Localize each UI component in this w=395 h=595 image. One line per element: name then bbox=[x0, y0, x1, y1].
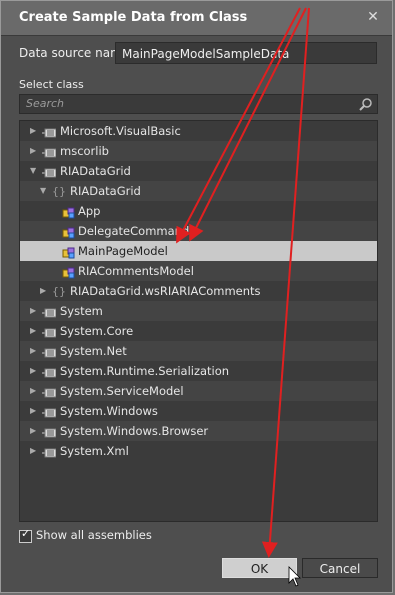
tree-row[interactable]: App bbox=[20, 201, 377, 221]
tree-row-label: RIACommentsModel bbox=[78, 264, 194, 278]
collapsed-arrow-icon[interactable]: ▶ bbox=[30, 361, 40, 381]
close-icon[interactable]: ✕ bbox=[364, 8, 382, 26]
tree-row-label: System bbox=[60, 304, 103, 318]
title-bar: Create Sample Data from Class ✕ bbox=[1, 1, 392, 36]
tree-row[interactable]: ▶ System.Xml bbox=[20, 441, 377, 461]
expanded-arrow-icon[interactable]: ▼ bbox=[40, 181, 50, 201]
collapsed-arrow-icon[interactable]: ▶ bbox=[30, 441, 40, 461]
show-all-assemblies-label: Show all assemblies bbox=[36, 528, 152, 542]
collapsed-arrow-icon[interactable]: ▶ bbox=[30, 321, 40, 341]
create-sample-data-dialog: Create Sample Data from Class ✕ Data sou… bbox=[0, 0, 393, 593]
namespace-icon: {} bbox=[52, 285, 66, 298]
tree-row[interactable]: ▶ System.ServiceModel bbox=[20, 381, 377, 401]
collapsed-arrow-icon[interactable]: ▶ bbox=[30, 121, 40, 141]
tree-row[interactable]: RIACommentsModel bbox=[20, 261, 377, 281]
search-input[interactable]: Search bbox=[19, 94, 378, 114]
tree-row-label: RIADataGrid.wsRIARIAComments bbox=[70, 284, 261, 298]
collapsed-arrow-icon[interactable]: ▶ bbox=[30, 381, 40, 401]
tree-row-label: System.Windows bbox=[60, 404, 158, 418]
tree-row[interactable]: ▼{} RIADataGrid bbox=[20, 181, 377, 201]
tree-row[interactable]: ▶ System.Windows bbox=[20, 401, 377, 421]
tree-row[interactable]: MainPageModel bbox=[20, 241, 377, 261]
data-source-name-label: Data source name bbox=[19, 46, 130, 60]
tree-row-label: System.Windows.Browser bbox=[60, 424, 209, 438]
tree-row[interactable]: ▶ System.Runtime.Serialization bbox=[20, 361, 377, 381]
dialog-title: Create Sample Data from Class bbox=[19, 10, 248, 25]
collapsed-arrow-icon[interactable]: ▶ bbox=[30, 401, 40, 421]
search-placeholder: Search bbox=[26, 97, 65, 110]
search-icon[interactable] bbox=[359, 97, 373, 111]
tree-row[interactable]: ▶{} RIADataGrid.wsRIARIAComments bbox=[20, 281, 377, 301]
tree-row[interactable]: ▶ mscorlib bbox=[20, 141, 377, 161]
tree-row[interactable]: ▶ System.Core bbox=[20, 321, 377, 341]
tree-row[interactable]: ▼ RIADataGrid bbox=[20, 161, 377, 181]
collapsed-arrow-icon[interactable]: ▶ bbox=[30, 141, 40, 161]
class-tree[interactable]: ▶ Microsoft.VisualBasic ▶ mscorlib ▼ RIADataG… bbox=[19, 120, 378, 522]
tree-row-label: MainPageModel bbox=[78, 244, 168, 258]
tree-row-label: System.Net bbox=[60, 344, 127, 358]
tree-row-label: Microsoft.VisualBasic bbox=[60, 124, 181, 138]
data-source-name-input[interactable]: MainPageModelSampleData bbox=[115, 42, 377, 64]
tree-row-label: DelegateCommand bbox=[78, 224, 190, 238]
tree-row-label: System.Xml bbox=[60, 444, 129, 458]
tree-row-label: System.Core bbox=[60, 324, 134, 338]
tree-row-label: mscorlib bbox=[60, 144, 109, 158]
dialog-body: Data source name MainPageModelSampleData… bbox=[1, 36, 392, 592]
tree-row[interactable]: ▶ System bbox=[20, 301, 377, 321]
tree-row-label: System.ServiceModel bbox=[60, 384, 184, 398]
collapsed-arrow-icon[interactable]: ▶ bbox=[30, 341, 40, 361]
tree-row[interactable]: ▶ System.Windows.Browser bbox=[20, 421, 377, 441]
ok-button[interactable]: OK bbox=[222, 558, 297, 578]
namespace-icon: {} bbox=[52, 185, 66, 198]
tree-row[interactable]: ▶ System.Net bbox=[20, 341, 377, 361]
tree-row-label: RIADataGrid bbox=[70, 184, 141, 198]
collapsed-arrow-icon[interactable]: ▶ bbox=[30, 421, 40, 441]
tree-row[interactable]: DelegateCommand bbox=[20, 221, 377, 241]
tree-row-label: App bbox=[78, 204, 101, 218]
expanded-arrow-icon[interactable]: ▼ bbox=[30, 161, 40, 181]
show-all-assemblies-checkbox[interactable]: ✓ bbox=[19, 527, 32, 543]
tree-row-label: RIADataGrid bbox=[60, 164, 131, 178]
assembly-icon bbox=[42, 445, 57, 465]
tree-row-label: System.Runtime.Serialization bbox=[60, 364, 230, 378]
tree-row[interactable]: ▶ Microsoft.VisualBasic bbox=[20, 121, 377, 141]
collapsed-arrow-icon[interactable]: ▶ bbox=[30, 301, 40, 321]
checkmark-icon: ✓ bbox=[21, 527, 31, 540]
collapsed-arrow-icon[interactable]: ▶ bbox=[40, 281, 50, 301]
select-class-label: Select class bbox=[19, 78, 84, 91]
cancel-button[interactable]: Cancel bbox=[302, 558, 378, 578]
